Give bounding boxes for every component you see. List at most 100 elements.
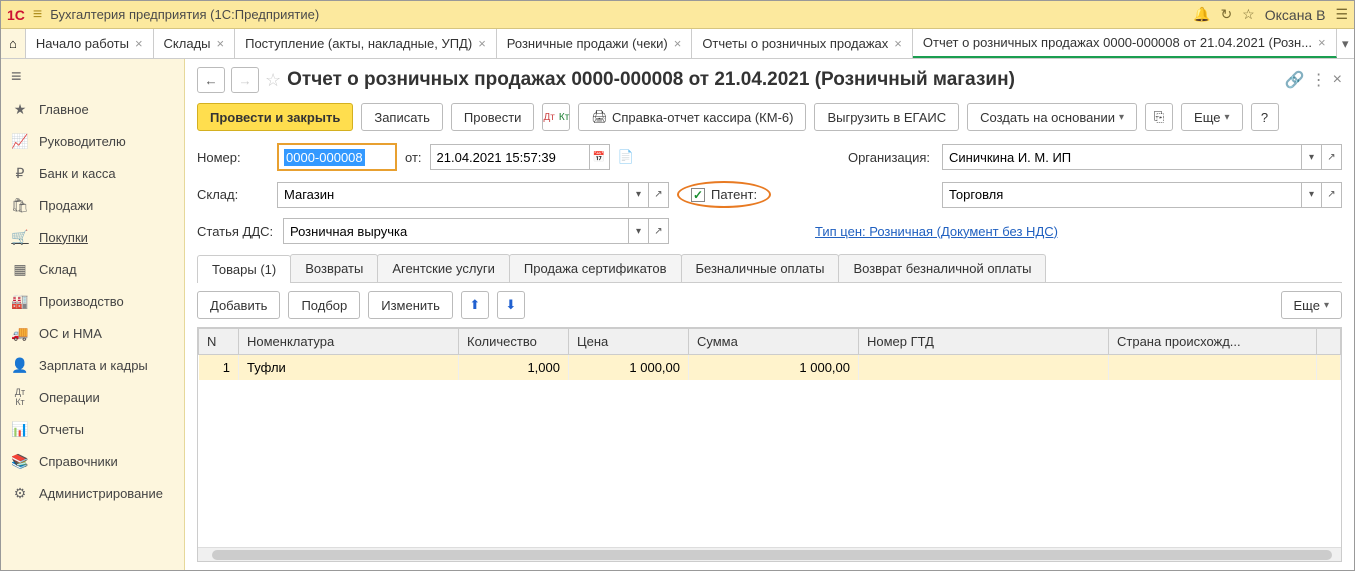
sidebar-item-bank[interactable]: ₽Банк и касса [1,157,184,189]
sidebar-item-production[interactable]: 🏭Производство [1,285,184,317]
pick-button[interactable]: Подбор [288,291,360,319]
dropdown-button[interactable]: ▾ [629,182,649,208]
sidebar-item-main[interactable]: ★Главное [1,93,184,125]
col-country[interactable]: Страна происхожд... [1109,329,1317,355]
col-price[interactable]: Цена [569,329,689,355]
sidebar-item-admin[interactable]: ⚙Администрирование [1,477,184,509]
org-label: Организация: [830,150,930,165]
sidebar-item-refs[interactable]: 📚Справочники [1,445,184,477]
subtab-goods[interactable]: Товары (1) [197,255,291,283]
subtab-cashless-return[interactable]: Возврат безналичной оплаты [838,254,1046,282]
main-menu-icon[interactable]: ≡ [33,6,42,24]
date-input[interactable]: 21.04.2021 15:57:39 [430,144,590,170]
more-icon[interactable]: ⋮ [1311,70,1327,90]
dropdown-button[interactable]: ▾ [629,218,649,244]
truck-icon: 🚚 [11,325,29,342]
close-icon[interactable]: × [478,36,486,51]
close-icon[interactable]: × [135,36,143,51]
col-n[interactable]: N [199,329,239,355]
star-icon[interactable]: ☆ [1242,6,1255,23]
app-title: Бухгалтерия предприятия (1С:Предприятие) [50,7,1193,22]
col-qty[interactable]: Количество [459,329,569,355]
col-gtd[interactable]: Номер ГТД [859,329,1109,355]
from-label: от: [405,150,422,165]
create-based-button[interactable]: Создать на основании [967,103,1137,131]
number-input[interactable]: 0000-000008 [277,143,397,171]
nav-back-button[interactable]: ← [197,67,225,93]
subtab-agent[interactable]: Агентские услуги [377,254,510,282]
open-button[interactable]: ↗ [1322,144,1342,170]
col-sum[interactable]: Сумма [689,329,859,355]
tab-retail-reports[interactable]: Отчеты о розничных продажах× [692,29,913,58]
sidebar-toggle[interactable]: ≡ [1,59,184,93]
org-input[interactable]: Синичкина И. М. ИП [942,144,1302,170]
dropdown-button[interactable]: ▾ [1302,144,1322,170]
add-button[interactable]: Добавить [197,291,280,319]
change-button[interactable]: Изменить [368,291,453,319]
star-icon: ★ [11,101,29,118]
link-icon[interactable]: 🔗 [1285,70,1305,90]
sidebar-item-warehouse[interactable]: ▦Склад [1,253,184,285]
bars-icon: 📊 [11,421,29,438]
table-more-button[interactable]: Еще [1281,291,1342,319]
open-button[interactable]: ↗ [649,218,669,244]
close-icon[interactable]: × [674,36,682,51]
cashier-report-button[interactable]: 🖨 Справка-отчет кассира (КМ-6) [578,103,806,131]
person-icon: 👤 [11,357,29,374]
post-button[interactable]: Провести [451,103,535,131]
warehouse-input[interactable]: Магазин [277,182,629,208]
books-icon: 📚 [11,453,29,470]
sidebar-item-reports[interactable]: 📊Отчеты [1,413,184,445]
patent-input[interactable]: Торговля [942,182,1302,208]
subtab-returns[interactable]: Возвраты [290,254,378,282]
tab-current-doc[interactable]: Отчет о розничных продажах 0000-000008 о… [913,29,1337,58]
settings-icon[interactable]: ☰ [1335,6,1348,23]
sidebar-item-assets[interactable]: 🚚ОС и НМА [1,317,184,349]
favorite-icon[interactable]: ☆ [265,70,281,91]
table-row[interactable]: 1 Туфли 1,000 1 000,00 1 000,00 [199,355,1341,381]
post-and-close-button[interactable]: Провести и закрыть [197,103,353,131]
home-tab[interactable]: ⌂ [1,29,26,58]
sidebar-item-manager[interactable]: 📈Руководителю [1,125,184,157]
sidebar-item-salary[interactable]: 👤Зарплата и кадры [1,349,184,381]
save-button[interactable]: Записать [361,103,443,131]
more-button[interactable]: Еще [1181,103,1242,131]
calendar-button[interactable]: 📅 [590,144,610,170]
print-icon[interactable]: 📄 [618,149,634,165]
egais-button[interactable]: Выгрузить в ЕГАИС [814,103,959,131]
sidebar-item-operations[interactable]: Дт КтОперации [1,381,184,413]
move-down-button[interactable]: ⬇ [497,291,525,319]
bell-icon[interactable]: 🔔 [1193,6,1210,23]
bag-icon: 🛍 [11,197,29,214]
sidebar-item-purchases[interactable]: 🛒Покупки [1,221,184,253]
price-type-link[interactable]: Тип цен: Розничная (Документ без НДС) [815,224,1058,239]
help-button[interactable]: ? [1251,103,1279,131]
dtkt-icon: Дт Кт [11,387,29,407]
subtab-cashless[interactable]: Безналичные оплаты [681,254,840,282]
dds-input[interactable]: Розничная выручка [283,218,629,244]
close-icon[interactable]: × [1333,71,1342,89]
tab-start[interactable]: Начало работы× [26,29,154,58]
tab-overflow[interactable]: ▾ [1337,29,1354,58]
gear-icon: ⚙ [11,485,29,502]
close-icon[interactable]: × [1318,35,1326,50]
open-button[interactable]: ↗ [649,182,669,208]
subtab-certs[interactable]: Продажа сертификатов [509,254,682,282]
sidebar-item-sales[interactable]: 🛍Продажи [1,189,184,221]
open-button[interactable]: ↗ [1322,182,1342,208]
patent-checkbox[interactable]: ✓ [691,188,705,202]
user-name[interactable]: Оксана В [1265,7,1326,23]
tab-retail-sales[interactable]: Розничные продажи (чеки)× [497,29,693,58]
dtkt-button[interactable]: ДтКт [542,103,570,131]
col-item[interactable]: Номенклатура [239,329,459,355]
tab-warehouses[interactable]: Склады× [154,29,236,58]
horizontal-scrollbar[interactable] [198,547,1341,561]
move-up-button[interactable]: ⬆ [461,291,489,319]
dropdown-button[interactable]: ▾ [1302,182,1322,208]
history-icon[interactable]: ↻ [1220,6,1232,23]
tab-receipts[interactable]: Поступление (акты, накладные, УПД)× [235,29,497,58]
nav-forward-button[interactable]: → [231,67,259,93]
copy-button[interactable]: ⎘ [1145,103,1173,131]
close-icon[interactable]: × [894,36,902,51]
close-icon[interactable]: × [217,36,225,51]
